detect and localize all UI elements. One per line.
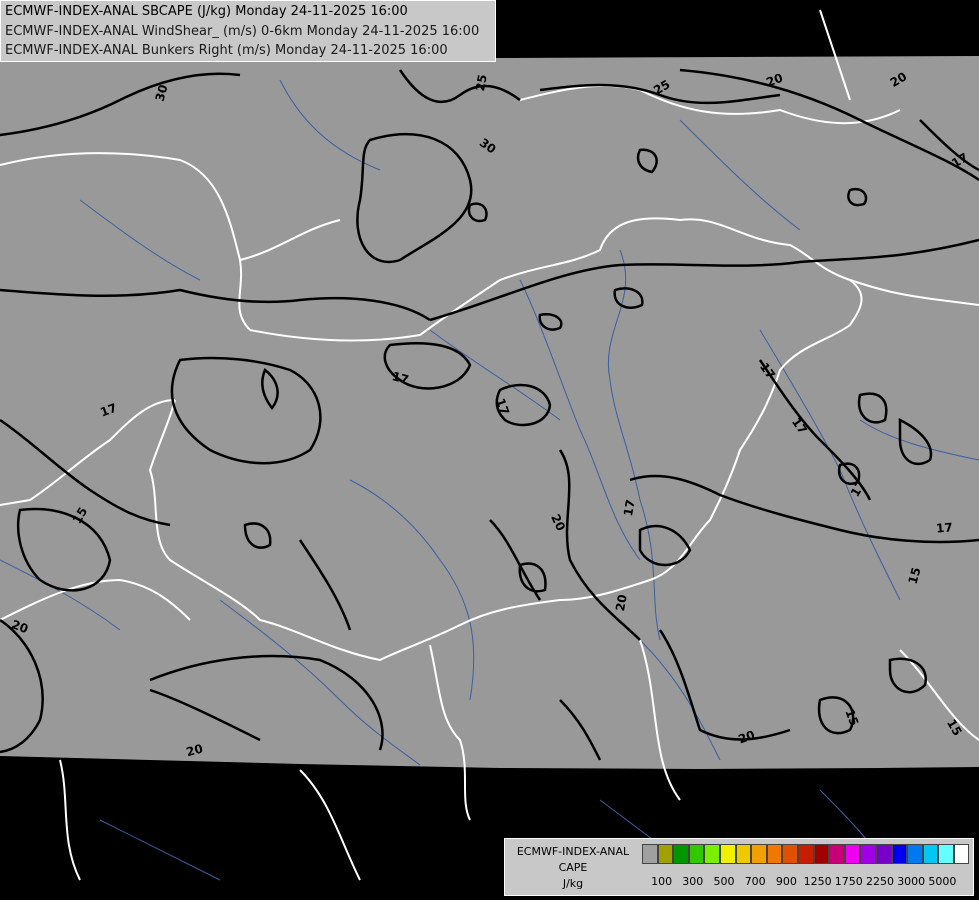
legend-swatch <box>673 844 689 864</box>
legend-swatch <box>907 844 923 864</box>
contour-label: 20 <box>613 593 630 612</box>
legend-swatch <box>860 844 876 864</box>
map-header: ECMWF-INDEX-ANAL SBCAPE (J/kg) Monday 24… <box>0 0 496 62</box>
legend-value-label: 300 <box>682 875 704 888</box>
legend-value-labels: 100 300 500 700 900 1250 1750 2250 3000 5000 <box>642 875 972 889</box>
legend-swatch <box>657 844 674 864</box>
legend-value-label: 500 <box>713 875 735 888</box>
legend-value-label: 1250 <box>803 875 832 888</box>
legend-value-label: 100 <box>651 875 673 888</box>
legend-swatch <box>688 844 705 864</box>
legend-value-label: 900 <box>775 875 797 888</box>
legend-swatch <box>953 844 970 864</box>
header-line-windshear: ECMWF-INDEX-ANAL WindShear_ (m/s) 0-6km … <box>5 24 480 39</box>
legend-value-label: 700 <box>744 875 766 888</box>
legend-swatch <box>829 844 845 864</box>
legend-swatch <box>704 844 720 864</box>
map-canvas: 30 25 25 30 20 20 17 17 17 17 17 17 15 2… <box>0 0 979 900</box>
legend-swatch <box>844 844 861 864</box>
legend-value-label: 1750 <box>834 875 863 888</box>
legend-swatch <box>938 844 954 864</box>
legend-model-label: ECMWF-INDEX-ANAL <box>516 845 630 858</box>
legend-swatch <box>891 844 908 864</box>
legend-unit-label: J/kg <box>562 877 584 890</box>
header-line-sbcape: ECMWF-INDEX-ANAL SBCAPE (J/kg) Monday 24… <box>5 4 408 19</box>
legend-value-label: 3000 <box>897 875 926 888</box>
contour-label: 17 <box>621 498 638 517</box>
legend-swatch <box>875 844 892 864</box>
header-line-bunkers: ECMWF-INDEX-ANAL Bunkers Right (m/s) Mon… <box>5 43 448 58</box>
data-domain <box>0 56 979 769</box>
legend-swatch <box>642 844 658 864</box>
legend-swatch <box>766 844 783 864</box>
legend-value-label: 5000 <box>928 875 957 888</box>
legend-swatch <box>735 844 752 864</box>
cape-legend: ECMWF-INDEX-ANAL CAPE J/kg 100 300 500 700 9… <box>504 838 974 896</box>
legend-swatch <box>751 844 767 864</box>
legend-swatch <box>782 844 798 864</box>
legend-value-label: 2250 <box>866 875 894 888</box>
legend-swatch <box>922 844 939 864</box>
legend-swatch <box>797 844 814 864</box>
legend-swatch <box>813 844 830 864</box>
legend-variable-label: CAPE <box>558 861 588 874</box>
contour-label: 17 <box>935 520 953 535</box>
legend-color-scale <box>642 844 970 866</box>
contour-label: 25 <box>473 73 490 92</box>
legend-swatch <box>719 844 736 864</box>
